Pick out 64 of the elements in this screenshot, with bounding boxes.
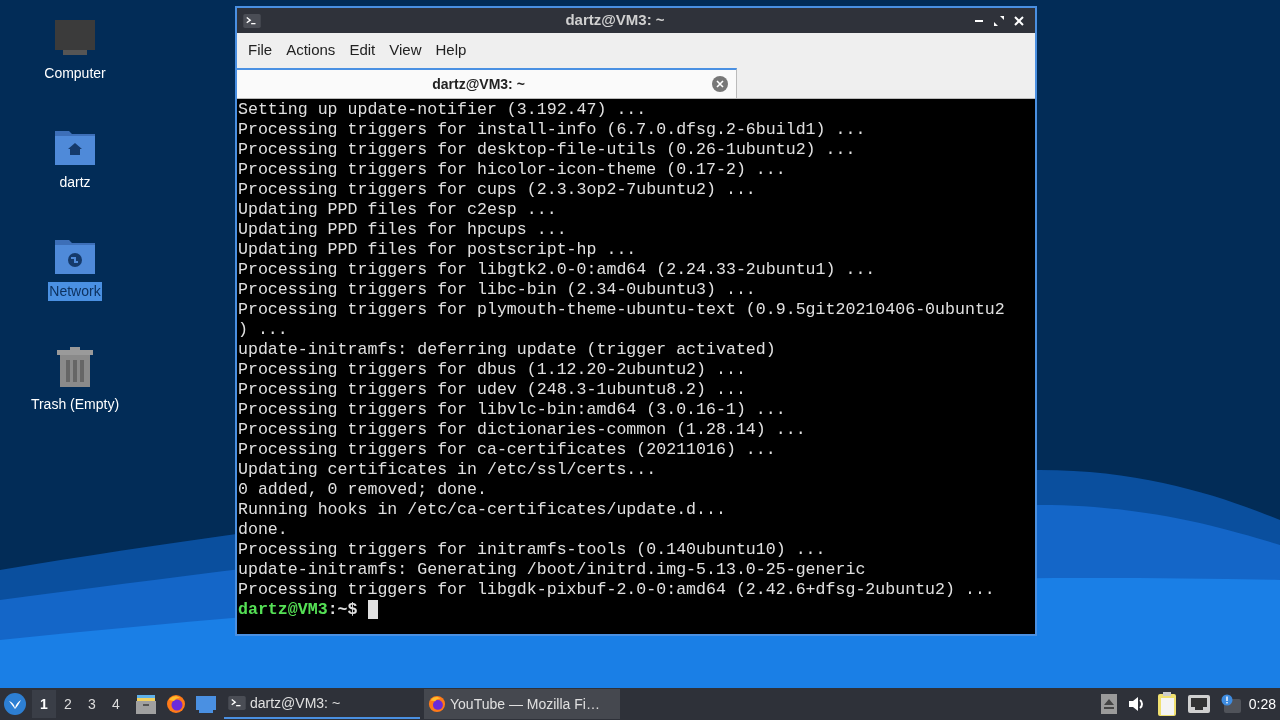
prompt-user: dartz@VM3 xyxy=(238,600,328,620)
output-line: Updating certificates in /etc/ssl/certs... xyxy=(238,460,657,480)
output-line: Processing triggers for libvlc-bin:amd64 (3.0.16-1) ... xyxy=(238,400,786,420)
task-button[interactable]: dartz@VM3: ~ xyxy=(224,689,420,719)
menu-item[interactable]: View xyxy=(382,38,429,62)
ethernet-icon[interactable] xyxy=(1186,694,1211,714)
menu-item[interactable]: Help xyxy=(428,38,474,62)
output-line: Processing triggers for cups (2.3.3op2-7ubuntu2) ... xyxy=(238,180,756,200)
output-line: Updating PPD files for c2esp ... xyxy=(238,200,557,220)
terminal-icon xyxy=(228,696,246,710)
output-line: Processing triggers for dbus (1.12.20-2ubuntu2) ... xyxy=(238,360,746,380)
output-line: done. xyxy=(238,520,288,540)
desktop-icon-label[interactable]: Trash (Empty) xyxy=(29,395,121,414)
output-line: Processing triggers for libc-bin (2.34-0ubuntu3) ... xyxy=(238,280,756,300)
workspace-button[interactable]: 1 xyxy=(32,690,56,718)
task-button[interactable]: YouTube — Mozilla Fi… xyxy=(424,689,620,719)
clipboard-icon[interactable] xyxy=(1156,692,1177,716)
window-title: dartz@VM3: ~ xyxy=(564,10,666,31)
desktop-icon-label[interactable]: Computer xyxy=(43,64,107,83)
output-line: Processing triggers for libgdk-pixbuf-2.0-0:amd64 (2.42.6+dfsg-2ubuntu2) ... xyxy=(238,580,995,600)
eject-icon[interactable] xyxy=(1100,694,1117,714)
output-line: Running hooks in /etc/ca-certificates/update.d... xyxy=(238,500,726,520)
text-cursor xyxy=(367,600,378,619)
desktop-icon-label[interactable]: Network xyxy=(48,282,102,301)
output-line: update-initramfs: deferring update (trigger activated) xyxy=(238,340,776,360)
monitor-icon xyxy=(55,20,95,56)
terminal-icon xyxy=(243,13,261,28)
close-icon[interactable] xyxy=(1013,14,1025,27)
output-line: Processing triggers for install-info (6.7.0.dfsg.2-6build1) ... xyxy=(238,120,866,140)
notification-icon[interactable] xyxy=(1220,694,1241,714)
trash-icon xyxy=(57,347,93,387)
workspace-button[interactable]: 3 xyxy=(80,690,104,718)
menu-item[interactable]: File xyxy=(241,38,280,62)
output-line: Setting up update-notifier (3.192.47) ... xyxy=(238,100,647,120)
output-line: update-initramfs: Generating /boot/initrd.img-5.13.0-25-generic xyxy=(238,560,866,580)
output-line: Processing triggers for desktop-file-utils (0.26-1ubuntu2) ... xyxy=(238,140,856,160)
output-line: Processing triggers for initramfs-tools (0.140ubuntu10) ... xyxy=(238,540,826,560)
menu-item[interactable]: Actions xyxy=(279,38,343,62)
prompt-path: :~$ xyxy=(327,600,358,620)
browser-icon xyxy=(428,695,446,713)
output-line: 0 added, 0 removed; done. xyxy=(238,480,487,500)
network-folder-icon xyxy=(55,238,95,274)
output-line: Updating PPD files for hpcups ... xyxy=(238,220,567,240)
terminal-tab[interactable]: dartz@VM3: ~ xyxy=(237,68,737,98)
show-desktop-icon[interactable] xyxy=(196,694,216,714)
output-line: Updating PPD files for postscript-hp ... xyxy=(238,240,637,260)
output-line: Processing triggers for hicolor-icon-theme (0.17-2) ... xyxy=(238,160,786,180)
workspace-button[interactable]: 2 xyxy=(56,690,80,718)
browser-icon xyxy=(166,694,186,714)
maximize-icon[interactable] xyxy=(993,14,1005,27)
output-line: Processing triggers for udev (248.3-1ubuntu8.2) ... xyxy=(238,380,746,400)
output-line: Processing triggers for ca-certificates (20211016) ... xyxy=(238,440,776,460)
start-menu-icon[interactable] xyxy=(4,693,26,715)
output-line: Processing triggers for dictionaries-common (1.28.14) ... xyxy=(238,420,806,440)
output-line: ) ... xyxy=(238,320,288,340)
file-cabinet-icon[interactable] xyxy=(136,694,156,714)
output-line: Processing triggers for plymouth-theme-ubuntu-text (0.9.5git20210406-0ubuntu2 xyxy=(238,300,1005,320)
clock[interactable]: 0:28 xyxy=(1248,693,1276,715)
output-line: Processing triggers for libgtk2.0-0:amd64 (2.24.33-2ubuntu1) ... xyxy=(238,260,876,280)
menu-item[interactable]: Edit xyxy=(342,38,383,62)
desktop-icon-label[interactable]: dartz xyxy=(58,173,92,192)
home-folder-icon xyxy=(55,129,95,165)
close-tab-icon[interactable] xyxy=(712,76,728,92)
workspace-button[interactable]: 4 xyxy=(104,690,128,718)
